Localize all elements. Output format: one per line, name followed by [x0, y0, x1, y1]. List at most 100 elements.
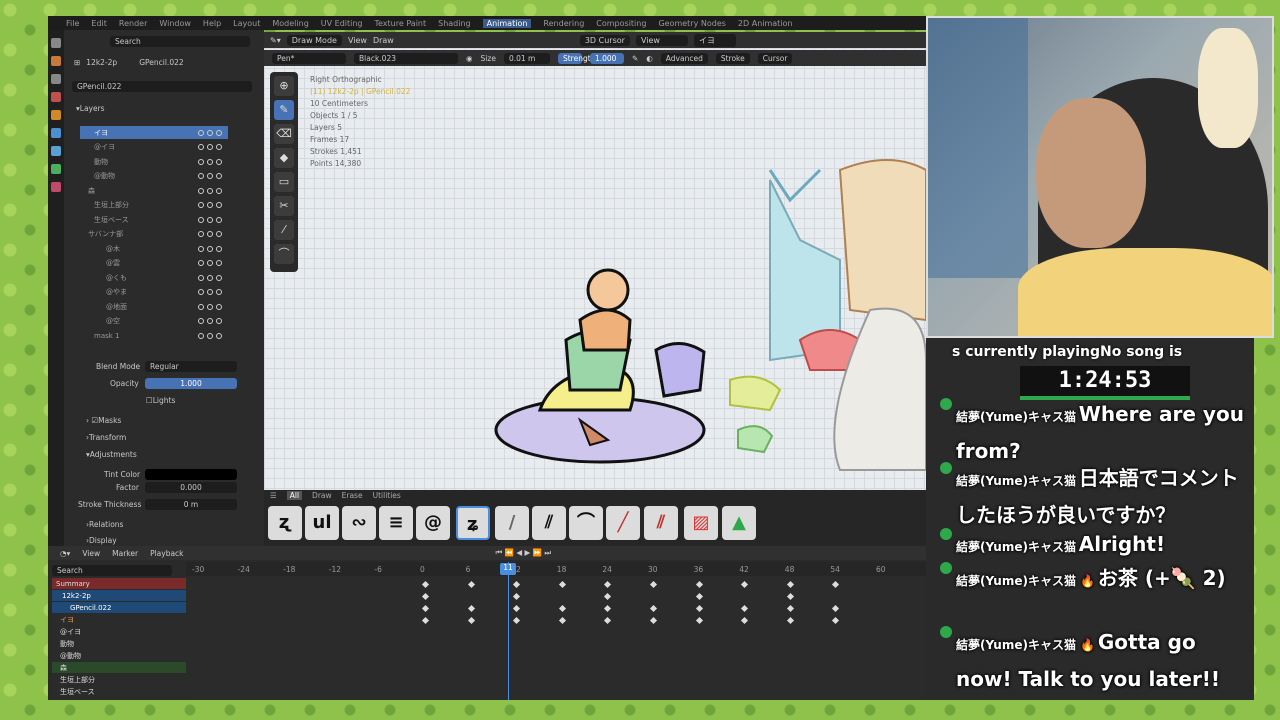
- tab-modeling[interactable]: Modeling: [272, 19, 308, 28]
- brush-eraser-point-icon[interactable]: ╱: [606, 506, 640, 540]
- layer-toggle-icons[interactable]: [198, 231, 222, 237]
- gpencil-datablock-field[interactable]: GPencil.022: [72, 81, 252, 92]
- layer-item[interactable]: @空: [80, 315, 228, 328]
- tab-2d-animation[interactable]: 2D Animation: [738, 19, 793, 28]
- cursor-select[interactable]: 3D Cursor: [579, 34, 630, 46]
- layer-toggle-icons[interactable]: [198, 187, 222, 194]
- tab-layout[interactable]: Layout: [233, 19, 260, 28]
- stroke-menu[interactable]: Stroke: [715, 52, 750, 64]
- draw-tool-icon[interactable]: ✎: [274, 100, 294, 120]
- layer-item[interactable]: 生垣ベース: [80, 213, 228, 226]
- opacity-field[interactable]: 1.000: [145, 378, 237, 389]
- scene-icon[interactable]: [51, 92, 61, 102]
- brush-pencil-icon[interactable]: @: [416, 506, 450, 540]
- channel-row[interactable]: GPencil.022: [52, 602, 186, 613]
- brush-fill-icon[interactable]: ▨: [684, 506, 718, 540]
- layer-item[interactable]: サバンナ部: [80, 228, 228, 241]
- cursor-tool-icon[interactable]: ⊕: [274, 76, 294, 96]
- dope-search-input[interactable]: Search: [52, 565, 172, 576]
- modifier-icon[interactable]: [51, 128, 61, 138]
- channel-row[interactable]: Summary: [52, 578, 186, 589]
- layer-toggle-icons[interactable]: [198, 202, 222, 208]
- erase-tool-icon[interactable]: ⌫: [274, 124, 294, 144]
- pressure-icon[interactable]: ✎: [632, 54, 638, 63]
- tab-shading[interactable]: Shading: [438, 19, 471, 28]
- eraser-toggle-icon[interactable]: ◐: [646, 54, 653, 63]
- gpencil-data-icon[interactable]: [51, 164, 61, 174]
- layer-toggle-icons[interactable]: [198, 332, 222, 339]
- menu-render[interactable]: Render: [119, 19, 147, 28]
- tab-utilities[interactable]: Utilities: [373, 491, 401, 500]
- eyedropper-tool-icon[interactable]: ⁄: [274, 220, 294, 240]
- blend-mode-select[interactable]: Regular: [145, 361, 237, 372]
- layer-toggle-icons[interactable]: [198, 303, 222, 310]
- material-select[interactable]: Black.023: [354, 52, 458, 64]
- relations-label[interactable]: Relations: [89, 520, 123, 529]
- menu-icon[interactable]: ☰: [270, 491, 277, 500]
- keyframe-area[interactable]: [186, 576, 926, 700]
- transform-label[interactable]: Transform: [89, 433, 126, 442]
- playhead[interactable]: [508, 562, 509, 700]
- layer-item[interactable]: @動物: [80, 170, 228, 183]
- channel-row[interactable]: イヨ: [52, 614, 186, 625]
- view-select[interactable]: View: [635, 34, 688, 46]
- layer-select[interactable]: イヨ: [693, 33, 736, 47]
- layer-toggle-icons[interactable]: [198, 245, 222, 252]
- draw-menu[interactable]: Draw: [373, 36, 394, 45]
- tab-draw[interactable]: Draw: [312, 491, 332, 500]
- curve-tool-icon[interactable]: ⌒: [274, 244, 294, 264]
- render-icon[interactable]: [51, 56, 61, 66]
- playback-controls[interactable]: ⏮ ⏪ ◀ ▶ ⏩ ⏭: [496, 548, 552, 558]
- material-icon[interactable]: [51, 182, 61, 192]
- lights-checkbox[interactable]: ☐: [146, 396, 153, 405]
- brush-pen-active-icon[interactable]: ʑ: [456, 506, 490, 540]
- channel-row[interactable]: 動物: [52, 638, 186, 649]
- props-search-input[interactable]: Search: [110, 36, 250, 47]
- tab-rendering[interactable]: Rendering: [543, 19, 584, 28]
- fill-tool-icon[interactable]: ◆: [274, 148, 294, 168]
- layer-item[interactable]: @雲: [80, 257, 228, 270]
- tab-compositing[interactable]: Compositing: [596, 19, 646, 28]
- brush-ink-icon[interactable]: ul: [305, 506, 339, 540]
- brush-marker-icon[interactable]: ≡: [379, 506, 413, 540]
- editor-type-icon[interactable]: ◔▾: [60, 549, 70, 558]
- layer-item[interactable]: 生垣上部分: [80, 199, 228, 212]
- layer-item[interactable]: @イヨ: [80, 141, 228, 154]
- current-frame[interactable]: 11: [500, 563, 516, 575]
- globe-icon[interactable]: ◉: [466, 54, 473, 63]
- size-field[interactable]: 0.01 m: [503, 52, 550, 64]
- dope-view-menu[interactable]: View: [82, 549, 100, 558]
- tab-texture[interactable]: Texture Paint: [375, 19, 427, 28]
- editor-type-icon[interactable]: ✎▾: [270, 36, 281, 45]
- layer-item[interactable]: @やま: [80, 286, 228, 299]
- layer-item[interactable]: @地面: [80, 300, 228, 313]
- layer-item[interactable]: 動物: [80, 155, 228, 168]
- menu-window[interactable]: Window: [159, 19, 191, 28]
- advanced-menu[interactable]: Advanced: [660, 52, 708, 64]
- layer-item[interactable]: イヨ: [80, 126, 228, 139]
- channel-row[interactable]: 森: [52, 662, 186, 673]
- brush-select[interactable]: Pen*: [272, 52, 346, 64]
- tab-all[interactable]: All: [286, 491, 303, 500]
- layer-item[interactable]: @くも: [80, 271, 228, 284]
- layer-toggle-icons[interactable]: [198, 318, 222, 324]
- stroke-thickness-field[interactable]: 0 m: [145, 499, 237, 510]
- layer-toggle-icons[interactable]: [198, 129, 222, 136]
- menu-edit[interactable]: Edit: [91, 19, 107, 28]
- tool-icon[interactable]: [51, 38, 61, 48]
- tab-erase[interactable]: Erase: [342, 491, 363, 500]
- channel-row[interactable]: 生垣上部分: [52, 674, 186, 685]
- layer-toggle-icons[interactable]: [198, 158, 222, 165]
- dope-marker-menu[interactable]: Marker: [112, 549, 138, 558]
- brush-chisel-icon[interactable]: ⫽: [532, 506, 566, 540]
- channel-row[interactable]: @イヨ: [52, 626, 186, 637]
- line-tool-icon[interactable]: ▭: [274, 172, 294, 192]
- channel-row[interactable]: 12k2-2p: [52, 590, 186, 601]
- layer-item[interactable]: mask 1: [80, 329, 228, 342]
- cutter-tool-icon[interactable]: ✂: [274, 196, 294, 216]
- object-icon[interactable]: [51, 110, 61, 120]
- strength-field[interactable]: 1.000: [589, 52, 624, 64]
- brush-ink-rough-icon[interactable]: ∾: [342, 506, 376, 540]
- brush-eraser-stroke-icon[interactable]: ⫽: [644, 506, 678, 540]
- output-icon[interactable]: [51, 74, 61, 84]
